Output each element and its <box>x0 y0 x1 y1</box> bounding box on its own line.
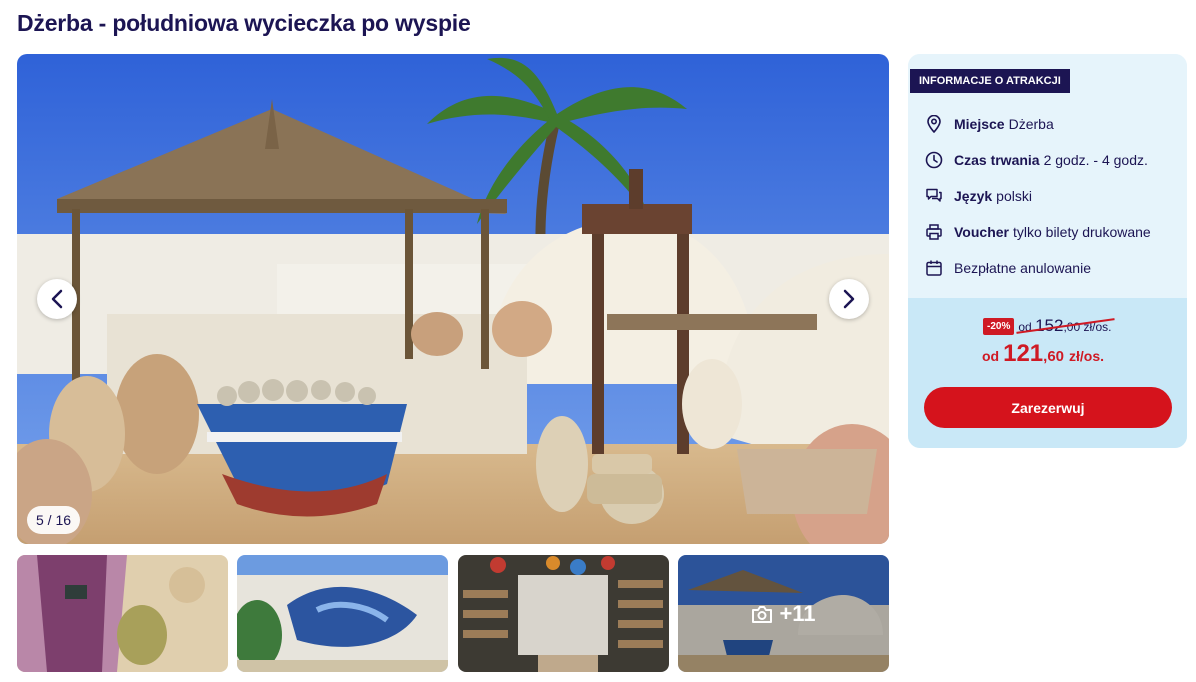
info-label: Język <box>954 188 993 204</box>
gallery-photo <box>17 54 889 544</box>
attraction-info-card: INFORMACJE O ATRAKCJI Miejsce Dżerba Cza… <box>908 54 1187 448</box>
map-pin-icon <box>925 115 943 133</box>
info-value: polski <box>996 188 1032 204</box>
info-row-cancellation: Bezpłatne anulowanie <box>925 257 1091 279</box>
gallery-prev-button[interactable] <box>37 279 77 319</box>
attraction-info: INFORMACJE O ATRAKCJI Miejsce Dżerba Cza… <box>908 54 1187 298</box>
info-label: Miejsce <box>954 116 1005 132</box>
book-button[interactable]: Zarezerwuj <box>924 387 1172 428</box>
info-value: Dżerba <box>1008 116 1054 132</box>
thumbnail-photo <box>17 555 228 672</box>
chevron-right-icon <box>843 289 855 309</box>
current-price: od 121,60 zł/os. <box>982 340 1104 368</box>
gallery-next-button[interactable] <box>829 279 869 319</box>
price-int: 121 <box>1003 340 1044 367</box>
gallery-thumbnail[interactable] <box>17 555 228 672</box>
info-value: Bezpłatne anulowanie <box>954 260 1091 276</box>
gallery-main-image[interactable]: 5 / 16 <box>17 54 889 544</box>
old-price-int: 152 <box>1035 316 1064 335</box>
info-label: Voucher <box>954 224 1009 240</box>
price-section: -20% od 152,00 zł/os. od 121,60 zł/os. Z… <box>908 298 1187 448</box>
old-price-prefix: od <box>1018 320 1032 334</box>
old-price-unit: zł/os. <box>1083 320 1112 334</box>
info-value: 2 godz. - 4 godz. <box>1043 152 1148 168</box>
printer-icon <box>925 223 943 241</box>
info-row-voucher: Voucher tylko bilety drukowane <box>925 221 1151 243</box>
price-dec: ,60 <box>1043 348 1065 365</box>
more-photos-count: +11 <box>779 600 816 626</box>
info-row-language: Język polski <box>925 185 1032 207</box>
price-unit: zł/os. <box>1069 348 1105 364</box>
thumbnail-photo <box>237 555 448 672</box>
gallery-thumbnail[interactable] <box>458 555 669 672</box>
old-price: -20% od 152,00 zł/os. <box>983 316 1111 336</box>
calendar-icon <box>925 259 943 277</box>
camera-icon <box>752 605 773 623</box>
chat-icon <box>925 187 943 205</box>
price-prefix: od <box>982 348 1000 364</box>
info-value: tylko bilety drukowane <box>1012 224 1151 240</box>
gallery-thumbnail-more[interactable]: +11 <box>678 555 889 672</box>
thumbnail-photo <box>458 555 669 672</box>
info-badge: INFORMACJE O ATRAKCJI <box>910 69 1070 93</box>
more-photos-overlay[interactable]: +11 <box>678 555 889 672</box>
info-label: Czas trwania <box>954 152 1040 168</box>
info-row-duration: Czas trwania 2 godz. - 4 godz. <box>925 149 1148 171</box>
chevron-left-icon <box>51 289 63 309</box>
info-row-location: Miejsce Dżerba <box>925 113 1054 135</box>
page-title: Dżerba - południowa wycieczka po wyspie <box>17 10 471 36</box>
clock-icon <box>925 151 943 169</box>
discount-badge: -20% <box>983 317 1015 335</box>
old-price-value: od 152,00 zł/os. <box>1018 316 1111 336</box>
gallery-thumbnail[interactable] <box>237 555 448 672</box>
old-price-dec: ,00 <box>1063 320 1081 334</box>
gallery-counter: 5 / 16 <box>27 506 81 534</box>
